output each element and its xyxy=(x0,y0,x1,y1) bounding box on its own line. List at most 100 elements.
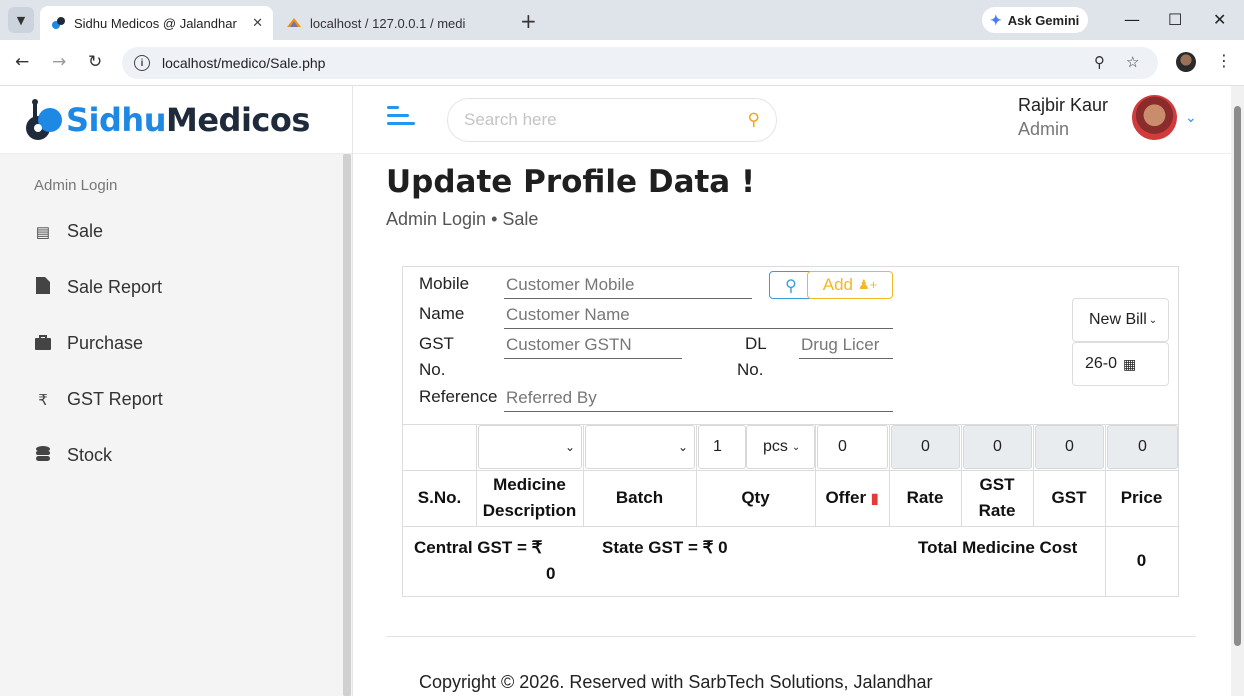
gst-rate-value: 0 xyxy=(993,438,1002,455)
back-arrow-icon[interactable]: ← xyxy=(15,52,29,72)
sidebar: SidhuMedicos Admin Login ▤ Sale Sale Rep… xyxy=(0,86,353,696)
sidebar-section-title: Admin Login xyxy=(34,177,118,194)
reference-label: Referencе xyxy=(419,387,498,406)
qty-value: 1 xyxy=(713,438,722,455)
calendar-icon[interactable]: ▦ xyxy=(1123,356,1136,373)
maximize-icon[interactable]: ☐ xyxy=(1168,10,1182,29)
unit-select[interactable]: pcs ⌄ xyxy=(746,425,815,469)
dl-label: DL xyxy=(745,334,767,353)
sidebar-item-gst-report[interactable]: ₹ GST Report xyxy=(34,389,163,410)
chevron-down-icon: ⌄ xyxy=(677,440,688,454)
search-icon[interactable]: ⚲ xyxy=(748,110,760,130)
sidebar-item-sale-report[interactable]: Sale Report xyxy=(34,277,162,298)
header-search: ⚲ xyxy=(447,98,777,142)
gemini-label: Ask Gemini xyxy=(1007,12,1080,28)
header-offer: Offer ▮ xyxy=(815,485,889,511)
minimize-icon[interactable]: — xyxy=(1124,10,1140,29)
new-tab-icon[interactable]: + xyxy=(520,9,537,33)
header-medicine-line2: Description xyxy=(482,501,577,520)
sidebar-item-label: Sale Report xyxy=(67,277,163,297)
header-price: Price xyxy=(1120,488,1163,507)
customer-mobile-input[interactable] xyxy=(504,271,752,299)
gst-field: 0 xyxy=(1035,425,1104,469)
rupee-icon: ₹ xyxy=(38,391,48,409)
gst-value: 0 xyxy=(1065,438,1074,455)
header-qty: Qty xyxy=(741,488,770,507)
copyright-text: Copyright © 2026. Reserved with SarbTech… xyxy=(419,672,933,692)
zoom-icon[interactable]: ⚲ xyxy=(1094,53,1105,71)
bill-type-select[interactable]: New Bill ⌄ xyxy=(1072,298,1169,342)
browser-tab-active[interactable]: Sidhu Medicos @ Jalandhar ✕ xyxy=(40,6,273,40)
sidebar-scrollbar[interactable] xyxy=(343,154,351,696)
close-window-icon[interactable]: ✕ xyxy=(1213,10,1226,29)
chevron-down-icon: ⌄ xyxy=(1148,314,1158,326)
header-gst: GST xyxy=(1051,488,1087,507)
browser-profile-avatar[interactable] xyxy=(1176,52,1196,72)
gst-label: GST xyxy=(419,334,454,353)
receipt-icon: ▤ xyxy=(35,223,51,241)
central-gst-label: Central GST = ₹ xyxy=(414,538,543,557)
central-gst-value: 0 xyxy=(546,564,556,583)
total-cost-label: Total Medicine Cost xyxy=(918,538,1078,557)
user-name: Rajbir Kaur xyxy=(1018,95,1109,115)
search-icon: ⚲ xyxy=(785,275,797,295)
offer-value: 0 xyxy=(838,438,847,455)
bookmark-star-icon[interactable]: ☆ xyxy=(1126,53,1139,71)
header-sno: S.No. xyxy=(417,488,462,507)
rate-value: 0 xyxy=(921,438,930,455)
add-customer-button[interactable]: Add ♟+ xyxy=(807,271,893,299)
bookmark-icon: ▮ xyxy=(870,490,879,506)
add-label: Add xyxy=(822,275,853,294)
phpmyadmin-favicon-icon xyxy=(286,15,302,31)
rate-field: 0 xyxy=(891,425,960,469)
database-icon xyxy=(34,445,52,466)
brand-logo[interactable]: SidhuMedicos xyxy=(0,86,352,154)
page-scrollbar[interactable] xyxy=(1231,86,1244,696)
close-tab-icon[interactable]: ✕ xyxy=(252,15,263,31)
sidebar-item-label: Purchase xyxy=(67,333,144,353)
avatar[interactable] xyxy=(1132,95,1177,140)
ask-gemini-button[interactable]: ✦ Ask Gemini xyxy=(982,7,1088,33)
batch-select[interactable]: ⌄ xyxy=(585,425,695,469)
offer-input[interactable]: 0 xyxy=(817,425,888,469)
tab-search-button[interactable]: ▼ xyxy=(8,7,34,33)
bill-type-value: New Bill xyxy=(1089,311,1147,328)
menu-toggle-icon[interactable] xyxy=(387,106,417,134)
sidebar-item-label: GST Report xyxy=(67,389,163,409)
bill-date-input[interactable]: 26-0 ▦ xyxy=(1072,342,1169,386)
logo-mark-icon xyxy=(24,98,64,142)
referred-by-input[interactable] xyxy=(504,384,893,412)
customer-gstn-input[interactable] xyxy=(504,331,682,359)
header-gst-rate: GST xyxy=(979,475,1015,494)
browser-tab-strip: ▼ Sidhu Medicos @ Jalandhar ✕ localhost … xyxy=(0,0,1244,40)
url-field[interactable]: i localhost/medico/Sale.php xyxy=(122,47,1158,79)
reload-icon[interactable]: ↻ xyxy=(88,52,102,72)
chevron-down-icon[interactable]: ⌄ xyxy=(1185,110,1197,126)
browser-tab-inactive[interactable]: localhost / 127.0.0.1 / medico / xyxy=(276,6,476,40)
search-input[interactable] xyxy=(464,110,748,130)
forward-arrow-icon[interactable]: → xyxy=(52,52,66,72)
gemini-sparkle-icon: ✦ xyxy=(990,11,1002,28)
address-bar: ← → ↻ i localhost/medico/Sale.php ⚲ ☆ ⋮ xyxy=(0,40,1244,86)
medicine-select[interactable]: ⌄ xyxy=(478,425,582,469)
sidebar-item-stock[interactable]: Stock xyxy=(34,445,112,466)
drug-licence-input[interactable] xyxy=(799,331,893,359)
browser-menu-icon[interactable]: ⋮ xyxy=(1216,51,1232,70)
user-plus-icon: ♟+ xyxy=(858,277,878,292)
header-batch: Batch xyxy=(615,488,664,507)
sale-form-card: Mobile ⚲ Add ♟+ Name GST No. DL No. Refe… xyxy=(402,266,1179,597)
sidebar-item-sale[interactable]: ▤ Sale xyxy=(34,221,103,242)
sidebar-item-purchase[interactable]: Purchase xyxy=(34,333,143,354)
breadcrumb: Admin Login • Sale xyxy=(386,209,539,229)
url-text: localhost/medico/Sale.php xyxy=(162,55,326,71)
page-scrollbar-thumb[interactable] xyxy=(1234,106,1241,646)
qty-input[interactable]: 1 xyxy=(698,425,746,469)
header-medicine: Medicine xyxy=(493,475,566,494)
bag-icon xyxy=(34,334,52,354)
header-offer-label: Offer xyxy=(825,488,867,507)
user-role: Admin xyxy=(1018,119,1070,139)
customer-name-input[interactable] xyxy=(504,301,893,329)
mobile-label: Mobile xyxy=(419,274,470,293)
info-icon[interactable]: i xyxy=(134,55,150,71)
state-gst: State GST = ₹ 0 xyxy=(602,538,728,557)
